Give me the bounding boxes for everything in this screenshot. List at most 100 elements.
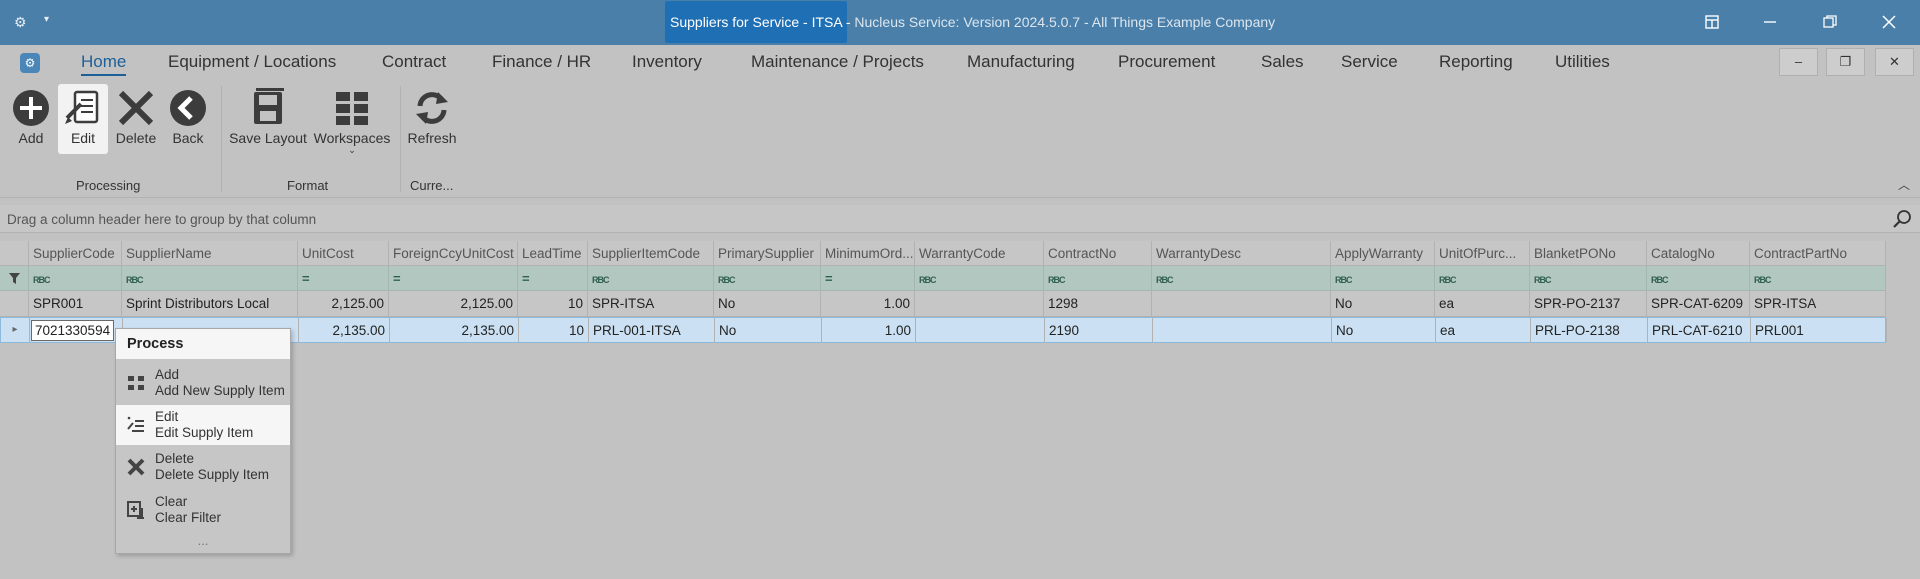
table-cell[interactable]: 10 [518,291,588,316]
back-button[interactable]: Back [164,84,212,154]
column-header[interactable]: WarrantyCode [915,241,1044,265]
group-by-panel[interactable]: Drag a column header here to group by th… [0,205,1920,233]
table-cell[interactable]: 2,125.00 [298,291,389,316]
menu-manufacturing[interactable]: Manufacturing [967,52,1075,72]
app-logo-icon[interactable]: ⚙ [20,53,40,73]
table-cell[interactable]: 1.00 [822,318,916,342]
menu-inventory[interactable]: Inventory [632,52,702,72]
close-icon[interactable] [1877,10,1901,34]
column-header[interactable]: UnitCost [298,241,389,265]
add-button[interactable]: Add [8,84,54,154]
column-header[interactable]: UnitOfPurc... [1435,241,1530,265]
context-menu-more[interactable]: ... [116,533,290,548]
filter-cell[interactable]: RBC [915,266,1044,290]
row-pointer-icon[interactable]: ▸ [1,318,30,342]
table-cell[interactable]: PRL-CAT-6210 [1648,318,1751,342]
table-cell[interactable]: SPR-PO-2137 [1530,291,1647,316]
table-cell[interactable]: Sprint Distributors Local [122,291,298,316]
table-cell[interactable]: SPR-ITSA [1750,291,1886,316]
table-cell[interactable]: 1298 [1044,291,1152,316]
table-cell[interactable]: ea [1436,318,1531,342]
context-menu-add[interactable]: Add Add New Supply Item [116,363,290,403]
refresh-button[interactable]: Refresh [404,84,460,154]
column-header[interactable]: LeadTime [518,241,588,265]
restore-icon[interactable] [1818,10,1842,34]
filter-cell[interactable]: RBC [588,266,714,290]
workspaces-button[interactable]: Workspaces ⌄ [312,84,392,155]
table-cell[interactable]: PRL-001-ITSA [589,318,715,342]
layout-icon[interactable] [1700,10,1724,34]
column-header[interactable]: ContractNo [1044,241,1152,265]
menu-utilities[interactable]: Utilities [1555,52,1610,72]
context-menu-edit[interactable]: Edit Edit Supply Item [116,405,290,445]
filter-cell[interactable]: RBC [29,266,122,290]
menu-service[interactable]: Service [1341,52,1398,72]
minimize-icon[interactable] [1758,10,1782,34]
filter-cell[interactable]: RBC [1647,266,1750,290]
column-header[interactable]: SupplierItemCode [588,241,714,265]
column-header[interactable]: MinimumOrd... [821,241,915,265]
filter-cell[interactable]: = [821,266,915,290]
filter-cell[interactable]: RBC [714,266,821,290]
row-indicator[interactable] [0,291,29,316]
context-menu-delete[interactable]: Delete Delete Supply Item [116,447,290,487]
save-layout-button[interactable]: Save Layout [228,84,308,154]
table-cell[interactable]: No [714,291,821,316]
menu-equipment-locations[interactable]: Equipment / Locations [168,52,336,72]
filter-cell[interactable]: = [518,266,588,290]
table-cell[interactable]: 2190 [1045,318,1153,342]
menu-reporting[interactable]: Reporting [1439,52,1513,72]
table-cell[interactable]: 2,125.00 [389,291,518,316]
table-cell[interactable]: SPR-CAT-6209 [1647,291,1750,316]
column-header[interactable]: ContractPartNo [1750,241,1886,265]
menu-home[interactable]: Home [81,52,127,76]
filter-cell[interactable]: RBC [1152,266,1331,290]
column-header[interactable]: PrimarySupplier [714,241,821,265]
menu-finance-hr[interactable]: Finance / HR [492,52,591,72]
menu-sales[interactable]: Sales [1261,52,1304,72]
filter-cell[interactable]: = [389,266,518,290]
column-header[interactable]: ForeignCcyUnitCost [389,241,518,265]
table-cell[interactable]: No [1332,318,1436,342]
gear-icon[interactable]: ⚙ [14,14,30,30]
chevron-down-icon[interactable]: ▾ [44,14,49,25]
table-cell[interactable] [916,318,1045,342]
context-menu-clear[interactable]: Clear Clear Filter [116,490,290,530]
menu-maintenance-projects[interactable]: Maintenance / Projects [751,52,924,72]
delete-button[interactable]: Delete [110,84,162,154]
table-cell[interactable]: 2,135.00 [299,318,390,342]
filter-cell[interactable]: = [298,266,389,290]
table-cell[interactable]: 1.00 [821,291,915,316]
edit-button[interactable]: Edit [58,84,108,154]
column-header[interactable]: SupplierCode [29,241,122,265]
filter-cell[interactable]: RBC [122,266,298,290]
table-cell[interactable]: PRL001 [1751,318,1887,342]
table-row[interactable]: SPR001 Sprint Distributors Local 2,125.0… [0,291,1886,317]
menu-contract[interactable]: Contract [382,52,446,72]
menu-procurement[interactable]: Procurement [1118,52,1215,72]
filter-cell[interactable]: RBC [1750,266,1886,290]
table-cell[interactable]: PRL-PO-2138 [1531,318,1648,342]
column-header[interactable]: BlanketPONo [1530,241,1647,265]
filter-cell[interactable]: RBC [1331,266,1435,290]
collapse-ribbon-icon[interactable]: ︿ [1898,176,1910,193]
filter-cell[interactable]: RBC [1435,266,1530,290]
filter-cell[interactable]: RBC [1044,266,1152,290]
column-header[interactable]: ApplyWarranty [1331,241,1435,265]
column-header[interactable]: SupplierName [122,241,298,265]
inner-close-button[interactable]: ✕ [1875,48,1914,76]
table-cell[interactable]: No [1331,291,1435,316]
search-icon[interactable] [1892,209,1912,229]
supplier-code-edit-input[interactable]: 7021330594 [31,320,114,341]
table-cell[interactable] [1152,291,1331,316]
table-cell[interactable]: SPR001 [29,291,122,316]
filter-cell[interactable]: RBC [1530,266,1647,290]
table-cell[interactable]: No [715,318,822,342]
column-header[interactable]: CatalogNo [1647,241,1750,265]
table-cell[interactable]: 2,135.00 [390,318,519,342]
inner-restore-button[interactable]: ❐ [1826,48,1865,76]
column-header[interactable]: WarrantyDesc [1152,241,1331,265]
table-cell[interactable]: 10 [519,318,589,342]
table-cell[interactable] [1153,318,1332,342]
inner-minimize-button[interactable]: – [1779,48,1818,76]
